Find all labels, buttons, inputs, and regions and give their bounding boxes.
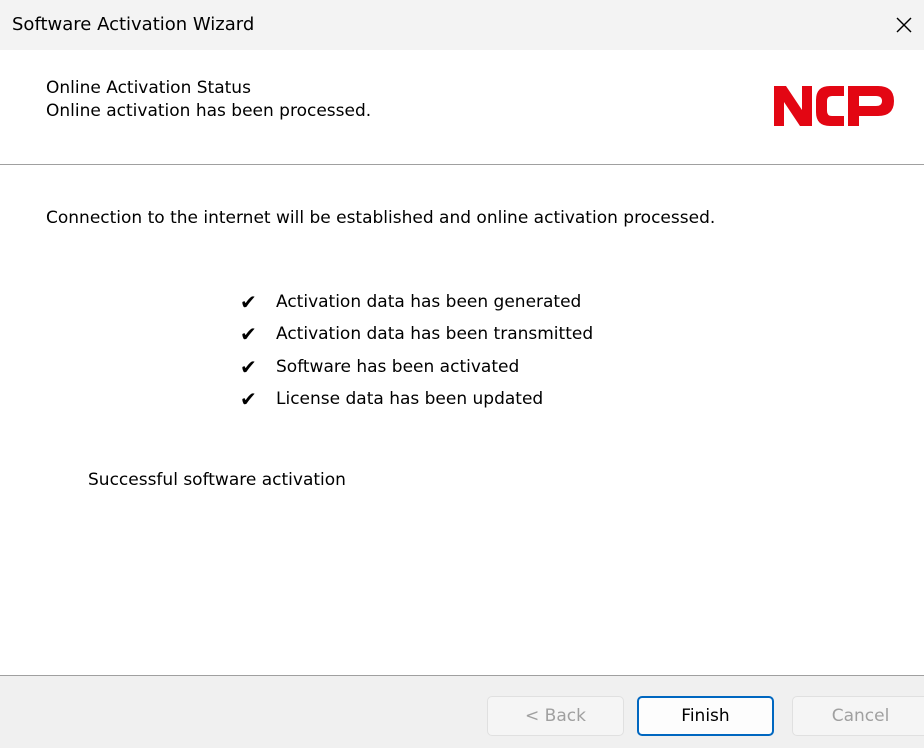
close-button[interactable] bbox=[884, 0, 924, 50]
page-title: Online Activation Status bbox=[46, 78, 251, 98]
checklist-item-label: Activation data has been generated bbox=[276, 292, 582, 313]
checkmark-icon: ✔ bbox=[240, 387, 257, 412]
checklist-item-label: License data has been updated bbox=[276, 389, 544, 410]
checklist-item: ✔ License data has been updated bbox=[240, 383, 593, 415]
finish-button[interactable]: Finish bbox=[637, 696, 774, 736]
checklist-item: ✔ Software has been activated bbox=[240, 351, 593, 383]
checklist-item: ✔ Activation data has been generated bbox=[240, 286, 593, 318]
wizard-footer: < Back Finish Cancel bbox=[0, 675, 924, 748]
activation-result-text: Successful software activation bbox=[88, 470, 346, 490]
checklist-item-label: Software has been activated bbox=[276, 356, 520, 377]
checkmark-icon: ✔ bbox=[240, 290, 257, 315]
checkmark-icon: ✔ bbox=[240, 354, 257, 379]
checkmark-icon: ✔ bbox=[240, 322, 257, 347]
checklist-item: ✔ Activation data has been transmitted bbox=[240, 318, 593, 350]
ncp-logo bbox=[770, 80, 898, 132]
page-subtitle: Online activation has been processed. bbox=[46, 101, 372, 121]
intro-text: Connection to the internet will be estab… bbox=[46, 208, 716, 228]
window-title: Software Activation Wizard bbox=[12, 14, 255, 35]
title-bar[interactable]: Software Activation Wizard bbox=[0, 0, 924, 50]
checklist-item-label: Activation data has been transmitted bbox=[276, 324, 594, 345]
wizard-content: Connection to the internet will be estab… bbox=[0, 165, 924, 675]
activation-checklist: ✔ Activation data has been generated ✔ A… bbox=[240, 286, 593, 415]
back-button[interactable]: < Back bbox=[487, 696, 624, 736]
close-icon bbox=[895, 16, 913, 34]
activation-wizard-window: Software Activation Wizard Online Activa… bbox=[0, 0, 924, 748]
cancel-button[interactable]: Cancel bbox=[792, 696, 924, 736]
wizard-header: Online Activation Status Online activati… bbox=[0, 50, 924, 165]
